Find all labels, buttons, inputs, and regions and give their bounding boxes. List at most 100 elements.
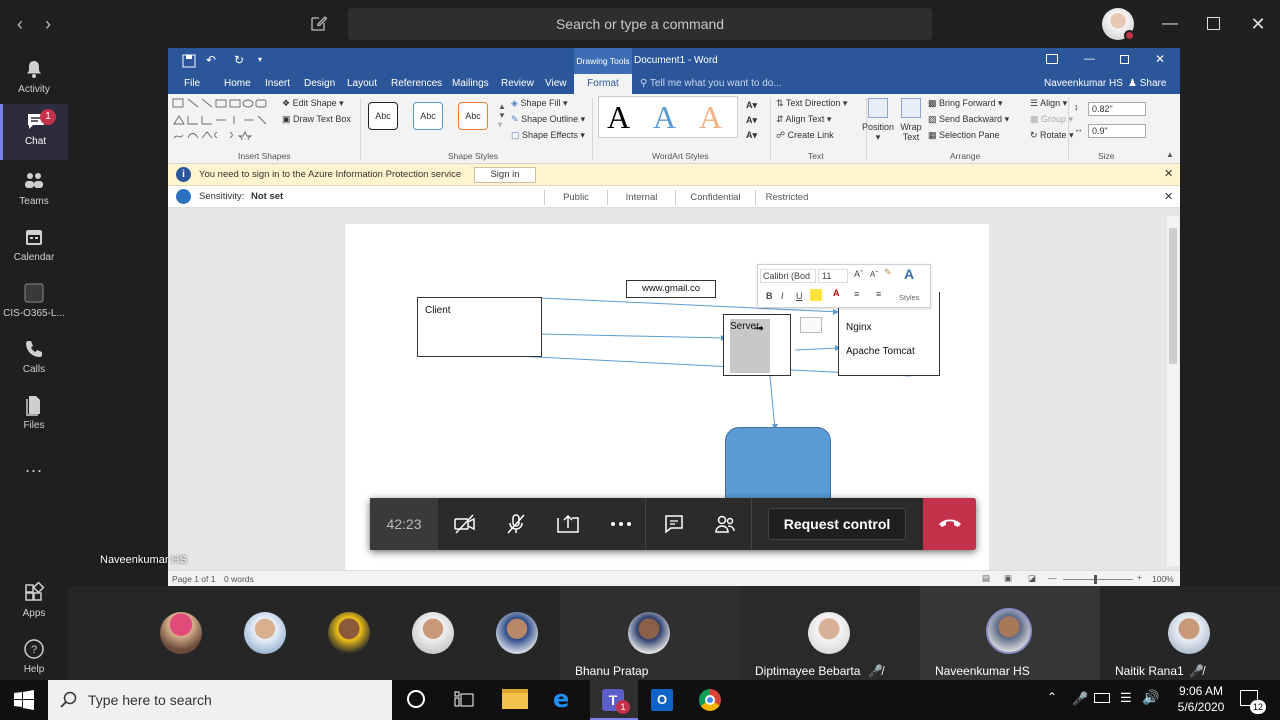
zoom-slider-thumb[interactable] (1094, 575, 1097, 584)
bullets-icon[interactable]: ≡ (854, 289, 859, 299)
group-button[interactable]: ▦ Group ▾ (1030, 114, 1073, 125)
save-icon[interactable] (182, 54, 196, 68)
participant-tile[interactable] (224, 586, 308, 680)
tab-view[interactable]: View (545, 78, 567, 89)
shape-style-orange[interactable]: Abc (458, 102, 488, 130)
outlook-icon[interactable]: O (651, 689, 673, 711)
rail-item-calls[interactable]: Calls (0, 332, 68, 388)
undo-icon[interactable]: ↶ (206, 53, 216, 67)
command-search-input[interactable]: Search or type a command (348, 8, 932, 40)
format-painter-icon[interactable]: ✎ (884, 267, 892, 278)
task-view-icon[interactable] (454, 691, 474, 709)
rail-item-cis-o365[interactable]: CIS-O365-L... (0, 276, 68, 332)
web-layout-icon[interactable]: ◪ (1028, 573, 1036, 584)
taskbar-search-box[interactable]: Type here to search (48, 680, 392, 720)
sensitivity-public[interactable]: Public (544, 190, 608, 205)
share-button[interactable]: ♟ Share (1128, 78, 1166, 89)
shape-style-black[interactable]: Abc (368, 102, 398, 130)
wifi-icon[interactable]: ☰ (1120, 690, 1132, 706)
shrink-font-icon[interactable]: Aˇ (870, 270, 878, 279)
tab-mailings[interactable]: Mailings (452, 78, 489, 89)
redo-icon[interactable]: ↻ (234, 53, 244, 67)
font-name-select[interactable]: Calibri (Bod (760, 269, 816, 283)
edit-shape-button[interactable]: ❖ Edit Shape ▾ (282, 98, 344, 109)
zoom-level[interactable]: 100% (1152, 574, 1174, 584)
align-text-button[interactable]: ⇵ Align Text ▾ (776, 114, 831, 125)
show-participants-button[interactable] (700, 498, 750, 550)
rail-item-calendar[interactable]: Calendar (0, 220, 68, 276)
scrollbar-thumb[interactable] (1169, 228, 1177, 364)
grow-font-icon[interactable]: Aˆ (854, 269, 863, 279)
styles-scroll-icon[interactable]: ▲ ▼ ▿ (498, 102, 506, 129)
show-conversation-button[interactable] (649, 498, 699, 550)
more-actions-button[interactable] (596, 498, 646, 550)
account-name[interactable]: Naveenkumar HS (1044, 78, 1123, 89)
shapes-gallery[interactable] (172, 98, 272, 140)
rail-item-apps[interactable]: Apps (0, 576, 68, 632)
microphone-tray-icon[interactable]: 🎤 (1072, 691, 1088, 707)
collapse-ribbon-icon[interactable]: ▲ (1166, 150, 1174, 159)
wordart-style-orange[interactable]: A (699, 99, 722, 136)
draw-text-box-button[interactable]: ▣ Draw Text Box (282, 114, 351, 125)
position-button[interactable]: Position ▾ (860, 122, 896, 143)
send-backward-button[interactable]: ▨ Send Backward ▾ (928, 114, 1009, 125)
edge-browser-icon[interactable]: e (553, 687, 569, 711)
word-close-icon[interactable]: ✕ (1155, 52, 1165, 66)
dismiss-sensitivity-icon[interactable]: ✕ (1164, 190, 1173, 203)
styles-icon[interactable]: A (904, 266, 914, 282)
volume-icon[interactable]: 🔊 (1142, 689, 1159, 706)
back-arrow-icon[interactable]: ‹ (10, 14, 30, 34)
compose-icon[interactable] (310, 14, 328, 32)
rail-item-files[interactable]: Files (0, 388, 68, 444)
participant-tile[interactable]: Naitik Rana1 🎤̸ (1100, 586, 1280, 680)
participant-tile[interactable]: Naveenkumar HS (920, 586, 1100, 680)
text-direction-button[interactable]: ⇅ Text Direction ▾ (776, 98, 847, 109)
teams-taskbar-app[interactable]: T 1 (590, 680, 638, 720)
sensitivity-restricted[interactable]: Restricted (756, 190, 818, 205)
shape-fill-button[interactable]: ◈ Shape Fill ▾ (511, 98, 568, 109)
sensitivity-confidential[interactable]: Confidential (676, 190, 756, 205)
create-link-button[interactable]: ☍ Create Link (776, 130, 834, 141)
share-screen-button[interactable] (543, 498, 593, 550)
rail-item-chat[interactable]: Chat (0, 104, 68, 160)
sensitivity-internal[interactable]: Internal (608, 190, 676, 205)
text-fill-controls[interactable]: A▾ A▾ A▾ (746, 98, 757, 143)
ribbon-display-icon[interactable] (1046, 54, 1058, 64)
underline-button[interactable]: U (796, 291, 803, 301)
quick-access-dropdown-icon[interactable]: ▾ (258, 55, 262, 64)
zoom-slider[interactable] (1063, 579, 1133, 580)
wordart-gallery[interactable]: A A A (598, 96, 738, 138)
tab-insert[interactable]: Insert (265, 78, 290, 89)
email-box[interactable]: www.gmail.co (626, 280, 716, 298)
vertical-scrollbar[interactable] (1167, 216, 1179, 566)
show-hidden-icons-icon[interactable]: ⌃ (1047, 690, 1057, 704)
bold-button[interactable]: B (766, 291, 773, 301)
word-restore-icon[interactable] (1120, 55, 1129, 64)
client-box[interactable]: Client (417, 297, 542, 357)
sign-in-button[interactable]: Sign in (474, 167, 536, 183)
participant-tile[interactable]: Bhanu Pratap (560, 586, 740, 680)
shape-style-blue[interactable]: Abc (413, 102, 443, 130)
dismiss-infobar-icon[interactable]: ✕ (1164, 167, 1173, 180)
numbering-icon[interactable]: ≡ (876, 289, 881, 299)
read-mode-icon[interactable]: ▤ (982, 573, 990, 584)
tab-format[interactable]: Format (574, 74, 632, 94)
tab-layout[interactable]: Layout (347, 78, 377, 89)
italic-button[interactable]: I (781, 291, 784, 301)
shape-width-input[interactable]: 0.9" (1088, 124, 1146, 138)
tab-home[interactable]: Home (224, 78, 251, 89)
shape-outline-button[interactable]: ✎ Shape Outline ▾ (511, 114, 585, 125)
participant-tile[interactable] (392, 586, 476, 680)
bring-forward-button[interactable]: ▩ Bring Forward ▾ (928, 98, 1003, 109)
shape-height-input[interactable]: 0.82" (1088, 102, 1146, 116)
tab-review[interactable]: Review (501, 78, 534, 89)
server-box[interactable]: Server ➟ (723, 314, 791, 376)
zoom-out-icon[interactable]: — (1048, 573, 1057, 583)
font-color-icon[interactable]: A (833, 288, 840, 298)
forward-arrow-icon[interactable]: › (38, 14, 58, 34)
close-icon[interactable]: ✕ (1246, 12, 1270, 36)
cortana-icon[interactable] (407, 690, 425, 708)
word-minimize-icon[interactable]: — (1084, 53, 1095, 65)
minimize-icon[interactable]: — (1158, 12, 1182, 36)
layout-options-icon[interactable] (800, 317, 822, 333)
